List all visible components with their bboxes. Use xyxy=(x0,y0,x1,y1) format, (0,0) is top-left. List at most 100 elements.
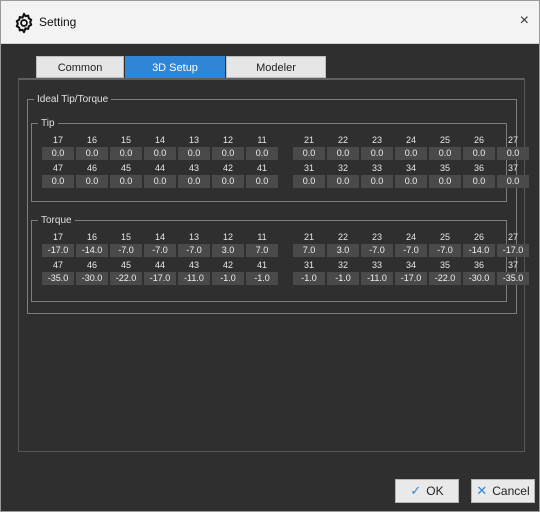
torque-value-field[interactable]: 7.0 xyxy=(246,244,278,257)
tip-value-field[interactable]: 0.0 xyxy=(361,147,393,160)
torque-value-field[interactable]: -7.0 xyxy=(178,244,210,257)
torque-value-field[interactable]: -30.0 xyxy=(463,272,495,285)
tip-tooth-number: 47 xyxy=(52,163,63,173)
torque-tooth-number: 16 xyxy=(86,232,97,242)
tip-tooth-number: 25 xyxy=(439,135,450,145)
torque-tooth-number: 24 xyxy=(405,232,416,242)
torque-value-field[interactable]: 3.0 xyxy=(327,244,359,257)
torque-tooth-number: 21 xyxy=(303,232,314,242)
torque-tooth-number: 25 xyxy=(439,232,450,242)
tip-value-field[interactable]: 0.0 xyxy=(178,175,210,188)
tip-value-field[interactable]: 0.0 xyxy=(110,147,142,160)
tip-value-field[interactable]: 0.0 xyxy=(246,175,278,188)
torque-value-field[interactable]: -7.0 xyxy=(144,244,176,257)
tip-tooth-number: 12 xyxy=(222,135,233,145)
torque-value-field[interactable]: -7.0 xyxy=(395,244,427,257)
tip-value-field[interactable]: 0.0 xyxy=(178,147,210,160)
torque-tooth-number: 42 xyxy=(222,260,233,270)
torque-value-field[interactable]: -11.0 xyxy=(178,272,210,285)
settings-dialog: Setting × Common 3D Setup Modeler Ideal … xyxy=(0,0,540,512)
torque-value-field[interactable]: -7.0 xyxy=(429,244,461,257)
torque-tooth-number: 44 xyxy=(154,260,165,270)
tab-modeler[interactable]: Modeler xyxy=(226,56,326,78)
torque-tooth-number: 33 xyxy=(371,260,382,270)
torque-tooth-number: 41 xyxy=(256,260,267,270)
tip-value-field[interactable]: 0.0 xyxy=(42,147,74,160)
tip-value-field[interactable]: 0.0 xyxy=(293,147,325,160)
tip-value-field[interactable]: 0.0 xyxy=(76,175,108,188)
torque-value-field[interactable]: -30.0 xyxy=(76,272,108,285)
torque-value-field[interactable]: -14.0 xyxy=(463,244,495,257)
tip-value-field[interactable]: 0.0 xyxy=(395,147,427,160)
check-icon: ✓ xyxy=(410,483,422,498)
torque-value-field[interactable]: -7.0 xyxy=(361,244,393,257)
torque-value-field[interactable]: -1.0 xyxy=(212,272,244,285)
tip-value-field[interactable]: 0.0 xyxy=(110,175,142,188)
torque-value-field[interactable]: -1.0 xyxy=(293,272,325,285)
tip-tooth-number: 17 xyxy=(52,135,63,145)
tip-value-field[interactable]: 0.0 xyxy=(361,175,393,188)
torque-tooth-number: 34 xyxy=(405,260,416,270)
tip-value-field[interactable]: 0.0 xyxy=(429,175,461,188)
ok-button[interactable]: ✓ OK xyxy=(395,479,459,503)
torque-value-field[interactable]: -1.0 xyxy=(246,272,278,285)
torque-value-field[interactable]: -17.0 xyxy=(395,272,427,285)
tip-value-field[interactable]: 0.0 xyxy=(463,147,495,160)
torque-tooth-number: 31 xyxy=(303,260,314,270)
tip-tooth-number: 26 xyxy=(473,135,484,145)
torque-tooth-number: 46 xyxy=(86,260,97,270)
tip-value-field[interactable]: 0.0 xyxy=(293,175,325,188)
torque-label: Torque xyxy=(41,215,72,226)
torque-value-field[interactable]: -11.0 xyxy=(361,272,393,285)
tip-value-field[interactable]: 0.0 xyxy=(497,147,529,160)
tip-tooth-number: 31 xyxy=(303,163,314,173)
tip-value-field[interactable]: 0.0 xyxy=(463,175,495,188)
tip-value-field[interactable]: 0.0 xyxy=(76,147,108,160)
tip-value-field[interactable]: 0.0 xyxy=(429,147,461,160)
x-icon: ✕ xyxy=(476,483,488,498)
tip-value-field[interactable]: 0.0 xyxy=(212,175,244,188)
torque-value-field[interactable]: -35.0 xyxy=(497,272,529,285)
tab-common[interactable]: Common xyxy=(36,56,124,78)
gear-icon xyxy=(15,12,33,34)
tip-value-field[interactable]: 0.0 xyxy=(144,147,176,160)
cancel-button[interactable]: ✕ Cancel xyxy=(471,479,535,503)
tip-tooth-number: 23 xyxy=(371,135,382,145)
tip-tooth-number: 35 xyxy=(439,163,450,173)
ideal-tip-torque-label: Ideal Tip/Torque xyxy=(37,94,109,105)
torque-value-field[interactable]: -22.0 xyxy=(429,272,461,285)
tip-tooth-number: 36 xyxy=(473,163,484,173)
torque-tooth-number: 17 xyxy=(52,232,63,242)
torque-value-field[interactable]: -35.0 xyxy=(42,272,74,285)
torque-value-field[interactable]: -17.0 xyxy=(497,244,529,257)
tip-value-field[interactable]: 0.0 xyxy=(327,175,359,188)
tip-tooth-number: 44 xyxy=(154,163,165,173)
tip-value-field[interactable]: 0.0 xyxy=(327,147,359,160)
tip-tooth-number: 41 xyxy=(256,163,267,173)
torque-tooth-number: 37 xyxy=(507,260,518,270)
tip-value-field[interactable]: 0.0 xyxy=(497,175,529,188)
torque-tooth-number: 35 xyxy=(439,260,450,270)
torque-value-field[interactable]: -22.0 xyxy=(110,272,142,285)
tip-label: Tip xyxy=(41,118,55,129)
torque-value-field[interactable]: -14.0 xyxy=(76,244,108,257)
tip-value-field[interactable]: 0.0 xyxy=(395,175,427,188)
tab-3d-setup[interactable]: 3D Setup xyxy=(125,56,225,78)
tip-value-field[interactable]: 0.0 xyxy=(212,147,244,160)
torque-value-field[interactable]: 7.0 xyxy=(293,244,325,257)
torque-tooth-number: 11 xyxy=(257,232,267,242)
torque-value-field[interactable]: -7.0 xyxy=(110,244,142,257)
tip-value-field[interactable]: 0.0 xyxy=(42,175,74,188)
torque-value-field[interactable]: -17.0 xyxy=(42,244,74,257)
tip-value-field[interactable]: 0.0 xyxy=(246,147,278,160)
torque-tooth-number: 13 xyxy=(188,232,199,242)
ok-label: OK xyxy=(426,484,444,498)
torque-value-field[interactable]: -1.0 xyxy=(327,272,359,285)
tip-tooth-number: 33 xyxy=(371,163,382,173)
torque-value-field[interactable]: -17.0 xyxy=(144,272,176,285)
torque-value-field[interactable]: 3.0 xyxy=(212,244,244,257)
torque-tooth-number: 36 xyxy=(473,260,484,270)
tip-value-field[interactable]: 0.0 xyxy=(144,175,176,188)
close-button[interactable]: × xyxy=(520,12,529,30)
tip-tooth-number: 14 xyxy=(154,135,165,145)
